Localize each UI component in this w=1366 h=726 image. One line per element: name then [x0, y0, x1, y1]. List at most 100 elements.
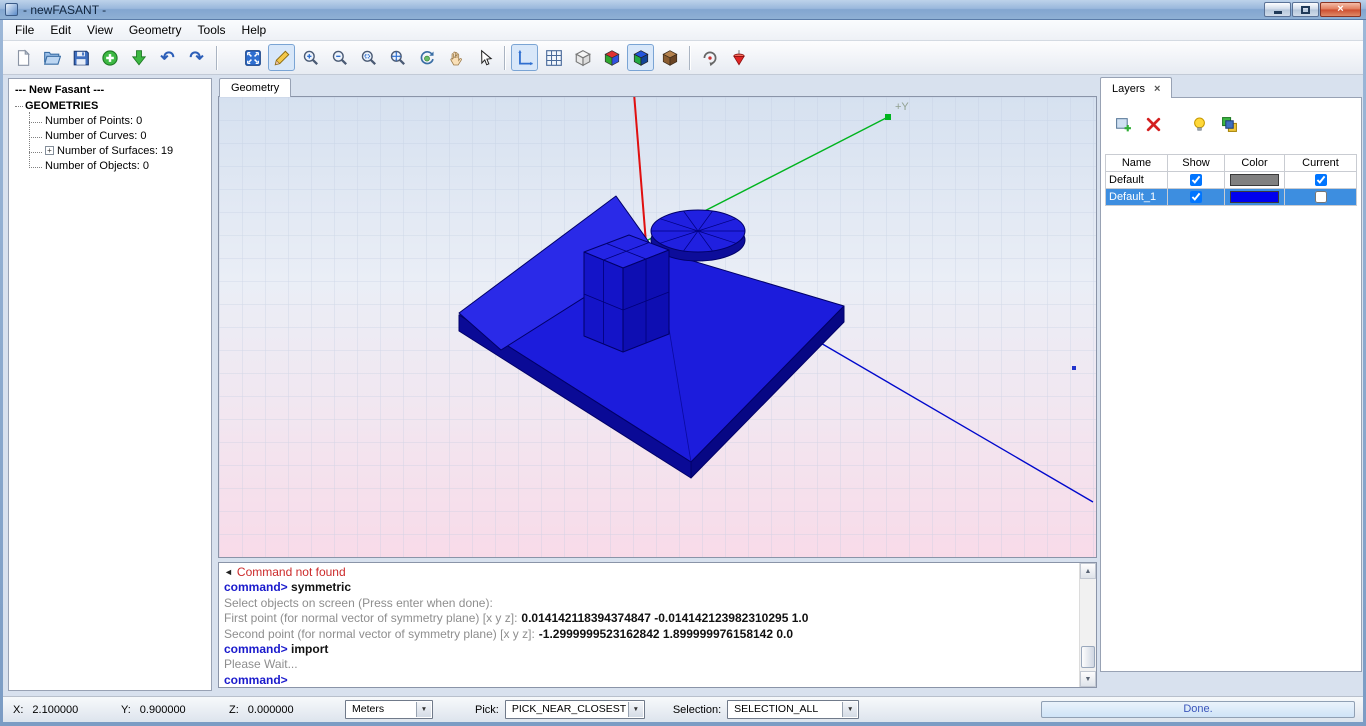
shaded-view-button[interactable] — [598, 44, 625, 71]
tab-close-icon[interactable]: × — [1154, 84, 1160, 94]
scroll-down-icon[interactable]: ▼ — [1080, 671, 1096, 687]
zoom-out-button[interactable] — [326, 44, 353, 71]
window-title: - newFASANT - — [23, 3, 106, 17]
column-show[interactable]: Show — [1168, 155, 1225, 172]
tree-expander-icon[interactable]: + — [45, 146, 54, 155]
tree-root-label: --- New Fasant --- — [11, 83, 209, 99]
open-folder-button[interactable] — [38, 44, 65, 71]
layer-row-default[interactable]: Default — [1106, 172, 1357, 189]
console-point-label: First point (for normal vector of symmet… — [224, 611, 517, 625]
menu-tools[interactable]: Tools — [190, 21, 234, 39]
grid-button[interactable] — [540, 44, 567, 71]
tree-item-label: Number of Curves: 0 — [45, 130, 146, 142]
column-current[interactable]: Current — [1285, 155, 1357, 172]
tree-item-label: Number of Points: 0 — [45, 115, 142, 127]
close-button[interactable]: × — [1320, 2, 1361, 17]
tab-geometry[interactable]: Geometry — [219, 78, 291, 97]
zoom-fit-icon — [244, 49, 262, 67]
menu-geometry[interactable]: Geometry — [121, 21, 190, 39]
chevron-down-icon[interactable]: ▼ — [842, 702, 857, 717]
delete-layer-icon — [1145, 116, 1162, 133]
column-name[interactable]: Name — [1106, 155, 1168, 172]
show-checkbox[interactable] — [1190, 174, 1202, 186]
chevron-down-icon[interactable]: ▼ — [628, 702, 643, 717]
y-axis-handle[interactable] — [885, 114, 891, 120]
hidden-view-button[interactable] — [656, 44, 683, 71]
tree-item-surfaces[interactable]: +Number of Surfaces: 19 — [29, 144, 209, 159]
zoom-extents-button[interactable] — [384, 44, 411, 71]
axis-tool-button[interactable] — [725, 44, 752, 71]
current-checkbox[interactable] — [1315, 191, 1327, 203]
layer-show-cell — [1168, 172, 1225, 189]
tree-group-label: GEOMETRIES — [25, 100, 98, 112]
3d-viewport-canvas[interactable]: +Y — [219, 97, 1096, 557]
menu-help[interactable]: Help — [234, 21, 275, 39]
title-bar[interactable]: - newFASANT - × — [0, 0, 1366, 20]
current-checkbox[interactable] — [1315, 174, 1327, 186]
maximize-button[interactable] — [1292, 2, 1319, 17]
pick-combo[interactable]: PICK_NEAR_CLOSEST▼ — [505, 700, 645, 719]
tab-geometry-label: Geometry — [231, 82, 279, 94]
menu-view[interactable]: View — [79, 21, 121, 39]
save-button[interactable] — [67, 44, 94, 71]
layer-color-swatch[interactable] — [1230, 174, 1279, 186]
chevron-down-icon[interactable]: ▼ — [416, 702, 431, 717]
selection-combo[interactable]: SELECTION_ALL▼ — [727, 700, 859, 719]
layer-color-swatch[interactable] — [1230, 191, 1279, 203]
pick-label: Pick: — [475, 704, 499, 716]
solid-cube-icon — [632, 49, 650, 67]
tab-layers[interactable]: Layers × — [1100, 77, 1172, 98]
x-value: 2.100000 — [32, 704, 78, 716]
geometry-tree-panel: --- New Fasant --- GEOMETRIES Number of … — [8, 78, 212, 691]
tree-item-label: Number of Surfaces: 19 — [57, 145, 173, 157]
show-checkbox[interactable] — [1190, 191, 1202, 203]
stray-point — [1072, 366, 1076, 370]
solid-view-button[interactable] — [627, 44, 654, 71]
zoom-fit-button[interactable] — [239, 44, 266, 71]
console-point-value: 0.014142118394374847 -0.0141421239823102… — [521, 611, 808, 625]
draw-button[interactable] — [268, 44, 295, 71]
pan-button[interactable] — [442, 44, 469, 71]
zoom-window-button[interactable] — [355, 44, 382, 71]
layer-current-cell — [1285, 172, 1357, 189]
layer-row-default-1[interactable]: Default_1 — [1106, 189, 1357, 206]
zoom-in-button[interactable] — [297, 44, 324, 71]
console-scroll-left-icon[interactable]: ◄ — [224, 567, 233, 577]
add-layer-button[interactable] — [1111, 112, 1135, 136]
wireframe-view-button[interactable] — [569, 44, 596, 71]
pencil-icon — [273, 49, 291, 67]
app-icon — [5, 3, 18, 16]
spin-view-button[interactable] — [696, 44, 723, 71]
open-folder-icon — [43, 49, 61, 67]
menu-file[interactable]: File — [7, 21, 42, 39]
tree-item-curves[interactable]: Number of Curves: 0 — [29, 129, 209, 144]
delete-layer-button[interactable] — [1141, 112, 1165, 136]
layer-colors-button[interactable] — [1217, 112, 1241, 136]
console-input-prompt[interactable]: command> — [224, 673, 288, 687]
scroll-up-icon[interactable]: ▲ — [1080, 563, 1096, 579]
tree-item-points[interactable]: Number of Points: 0 — [29, 114, 209, 129]
z-value: 0.000000 — [248, 704, 294, 716]
y-axis-label: +Y — [895, 101, 909, 113]
rotate-view-button[interactable] — [413, 44, 440, 71]
import-button[interactable] — [125, 44, 152, 71]
axes-corner-button[interactable] — [511, 44, 538, 71]
add-button[interactable] — [96, 44, 123, 71]
redo-button[interactable]: ↷ — [183, 44, 210, 71]
y-value: 0.900000 — [140, 704, 186, 716]
minimize-button[interactable] — [1264, 2, 1291, 17]
toggle-visibility-button[interactable] — [1187, 112, 1211, 136]
console-scrollbar[interactable]: ▲ ▼ — [1079, 563, 1096, 687]
undo-button[interactable]: ↶ — [154, 44, 181, 71]
tree-item-objects[interactable]: Number of Objects: 0 — [29, 159, 209, 174]
scrollbar-thumb[interactable] — [1081, 646, 1095, 668]
column-color[interactable]: Color — [1225, 155, 1285, 172]
command-console[interactable]: ◄Command not found command> symmetric Se… — [218, 562, 1097, 688]
units-combo[interactable]: Meters▼ — [345, 700, 433, 719]
tree-group-geometries[interactable]: GEOMETRIES — [11, 99, 209, 114]
menu-edit[interactable]: Edit — [42, 21, 79, 39]
new-file-button[interactable] — [9, 44, 36, 71]
layer-name-cell[interactable]: Default — [1106, 172, 1168, 189]
layer-name-cell[interactable]: Default_1 — [1106, 189, 1168, 206]
select-button[interactable] — [471, 44, 498, 71]
